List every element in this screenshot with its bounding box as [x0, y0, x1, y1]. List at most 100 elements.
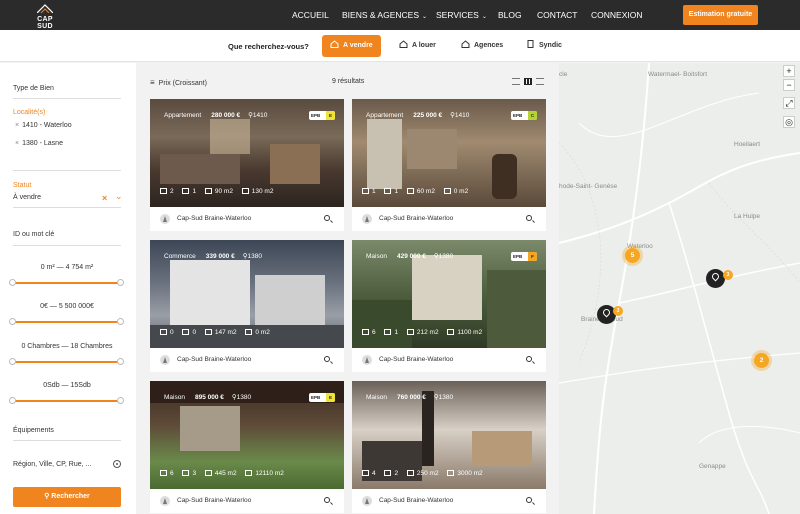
bedrooms-slider[interactable] — [13, 361, 121, 363]
slider-handle[interactable] — [117, 279, 124, 286]
location-input[interactable]: Région, Ville, CP, Rue, ... — [13, 461, 91, 468]
listing-badge: Appartement 280 000 € ⚲1410 — [164, 112, 268, 119]
slider-handle[interactable] — [117, 318, 124, 325]
price-range-label: 0€ — 5 500 000€ — [40, 303, 94, 310]
zoom-icon[interactable] — [526, 215, 532, 221]
sort-dropdown[interactable]: ≡ Prix (Croissant) — [150, 78, 207, 87]
tab-a-vendre[interactable]: A vendre — [322, 35, 381, 57]
search-type-bar: Que recherchez-vous? A vendre A louer Ag… — [0, 30, 800, 62]
bed-icon — [160, 188, 167, 194]
estimation-button[interactable]: Estimation gratuite — [683, 5, 758, 25]
property-card[interactable]: Appartement 280 000 € ⚲1410 EPB E 2 1 90 m2… — [150, 99, 344, 231]
map-panel[interactable]: Watermael- Boitsfort Hoeilaert hode-Sain… — [559, 63, 800, 514]
tab-syndic[interactable]: Syndic — [518, 35, 570, 57]
area-icon — [204, 470, 212, 476]
locate-icon[interactable] — [113, 460, 121, 468]
map-label-la-hulpe: La Hulpe — [734, 213, 761, 220]
zoom-icon[interactable] — [324, 356, 330, 362]
zoom-icon[interactable] — [324, 215, 330, 221]
tab-agences[interactable]: Agences — [453, 35, 511, 57]
bathrooms-slider[interactable] — [13, 400, 121, 402]
chevron-down-icon: ⌄ — [422, 14, 428, 20]
nav-connexion[interactable]: CONNEXION — [591, 10, 642, 20]
bed-icon — [362, 470, 369, 476]
slider-handle[interactable] — [9, 279, 16, 286]
zoom-in-button[interactable]: + — [783, 65, 795, 77]
property-card[interactable]: Maison 429 000 € ⚲1380 EPB F 6 1 212 m2 110… — [352, 240, 546, 372]
land-icon — [443, 188, 451, 194]
agency-name: Cap-Sud Braine-Waterloo — [379, 497, 454, 504]
agency-logo — [362, 355, 372, 365]
card-footer: Cap-Sud Braine-Waterloo — [352, 489, 546, 511]
equipment-select[interactable]: Équipements — [13, 427, 54, 434]
map-label-genappe: Genappe — [699, 463, 726, 470]
listing-badge: Appartement 225 000 € ⚲1410 — [366, 112, 470, 119]
zoom-icon[interactable] — [526, 356, 532, 362]
property-card[interactable]: Appartement 225 000 € ⚲1410 EPB C 1 1 60 m2… — [352, 99, 546, 231]
agency-logo — [362, 496, 372, 506]
brand-logo[interactable]: CAP SUD — [30, 4, 60, 30]
tab-a-louer[interactable]: A louer — [391, 35, 444, 57]
nav-blog[interactable]: BLOG — [498, 10, 522, 20]
nav-contact[interactable]: CONTACT — [537, 10, 577, 20]
slider-handle[interactable] — [9, 397, 16, 404]
slider-handle[interactable] — [9, 358, 16, 365]
id-keyword-input[interactable]: ID ou mot clé — [13, 231, 54, 238]
property-stats: 4 2 250 m2 3000 m2 — [362, 470, 490, 477]
slider-handle[interactable] — [117, 358, 124, 365]
zoom-out-button[interactable]: − — [783, 79, 795, 91]
nav-accueil[interactable]: ACCUEIL — [292, 10, 329, 20]
agency-logo — [160, 496, 170, 506]
chevron-down-icon[interactable]: ⌄ — [115, 191, 123, 202]
map-cluster[interactable]: 2 — [754, 353, 769, 368]
card-footer: Cap-Sud Braine-Waterloo — [150, 489, 344, 513]
nav-biens-agences[interactable]: BIENS & AGENCES ⌄ — [342, 10, 427, 20]
surface-slider[interactable] — [13, 282, 121, 284]
slider-handle[interactable] — [117, 397, 124, 404]
top-navigation: CAP SUD ACCUEIL BIENS & AGENCES ⌄ SERVICE… — [0, 0, 800, 30]
slider-handle[interactable] — [9, 318, 16, 325]
bedrooms-range-label: 0 Chambres — 18 Chambres — [21, 343, 113, 350]
zoom-icon[interactable] — [324, 497, 330, 503]
locality-tag[interactable]: × 1410 - Waterloo — [15, 122, 72, 129]
property-card[interactable]: Maison 895 000 € ⚲1380 EPB E 6 3 445 m2 121… — [150, 381, 344, 513]
list-view-icon[interactable] — [512, 78, 520, 85]
land-icon — [241, 188, 249, 194]
divider — [13, 440, 121, 441]
price-slider[interactable] — [13, 321, 121, 323]
search-button[interactable]: ⚲ Rechercher — [13, 487, 121, 507]
grid-view-icon[interactable] — [524, 78, 532, 85]
remove-icon[interactable]: × — [15, 122, 19, 129]
nav-services[interactable]: SERVICES ⌄ — [436, 10, 487, 20]
area-icon — [406, 188, 414, 194]
clear-icon[interactable]: × — [102, 193, 107, 203]
zoom-icon[interactable] — [526, 497, 532, 503]
type-de-bien-select[interactable]: Type de Bien — [13, 85, 54, 92]
property-card[interactable]: Commerce 339 000 € ⚲1380 0 0 147 m2 0 m2 C… — [150, 240, 344, 372]
agency-name: Cap-Sud Braine-Waterloo — [177, 356, 252, 363]
land-icon — [447, 329, 455, 335]
card-footer: Cap-Sud Braine-Waterloo — [352, 348, 546, 372]
divider — [13, 245, 121, 246]
status-label: Statut — [13, 182, 32, 189]
area-icon — [204, 188, 212, 194]
locality-tag[interactable]: × 1380 - Lasne — [15, 140, 63, 147]
view-toggle[interactable] — [508, 78, 544, 87]
fullscreen-icon[interactable]: ⤢ — [783, 97, 795, 109]
property-stats: 0 0 147 m2 0 m2 — [160, 329, 277, 336]
property-card[interactable]: Maison 760 000 € ⚲1380 4 2 250 m2 3000 m2 … — [352, 381, 546, 513]
bathrooms-range-label: 0Sdb — 15Sdb — [43, 382, 91, 389]
peb-badge: EPB E — [309, 393, 335, 402]
remove-icon[interactable]: × — [15, 140, 19, 147]
map-marker[interactable] — [706, 269, 725, 288]
house-icon — [330, 40, 339, 48]
map-cluster[interactable]: 5 — [625, 248, 640, 263]
property-stats: 6 1 212 m2 1100 m2 — [362, 329, 489, 336]
locate-icon[interactable]: ◎ — [783, 116, 795, 128]
agency-name: Cap-Sud Braine-Waterloo — [177, 215, 252, 222]
bath-icon — [182, 188, 190, 194]
map-label-cle: cle — [559, 71, 568, 78]
area-icon — [406, 470, 414, 476]
status-select[interactable]: À vendre — [13, 194, 41, 201]
map-view-icon[interactable] — [536, 78, 544, 85]
